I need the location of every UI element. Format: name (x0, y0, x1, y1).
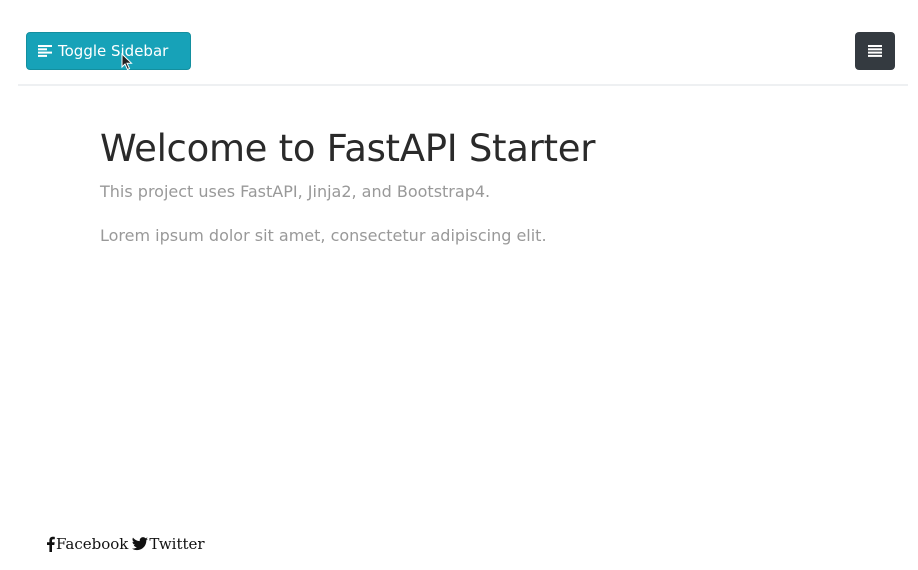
navbar-menu-button[interactable] (855, 32, 895, 70)
facebook-label: Facebook (56, 535, 129, 553)
page-title: Welcome to FastAPI Starter (100, 127, 596, 170)
main-content: Welcome to FastAPI Starter This project … (100, 124, 860, 248)
top-navbar: Toggle Sidebar (18, 0, 908, 86)
menu-icon (868, 45, 882, 57)
page-subtitle: This project uses FastAPI, Jinja2, and B… (100, 182, 491, 201)
toggle-sidebar-button[interactable]: Toggle Sidebar (26, 32, 191, 70)
facebook-icon (47, 536, 55, 552)
toggle-sidebar-label: Toggle Sidebar (58, 42, 169, 60)
mouse-cursor-icon (121, 53, 133, 71)
align-left-icon (38, 45, 52, 57)
twitter-label: Twitter (149, 535, 205, 553)
twitter-link[interactable]: Twitter (132, 535, 205, 553)
page: Toggle Sidebar Welcome to FastAPI Starte… (0, 0, 918, 570)
facebook-link[interactable]: Facebook (46, 535, 128, 553)
footer: Facebook Twitter (46, 535, 209, 553)
twitter-icon (132, 537, 149, 551)
body-text: Lorem ipsum dolor sit amet, consectetur … (100, 226, 547, 245)
